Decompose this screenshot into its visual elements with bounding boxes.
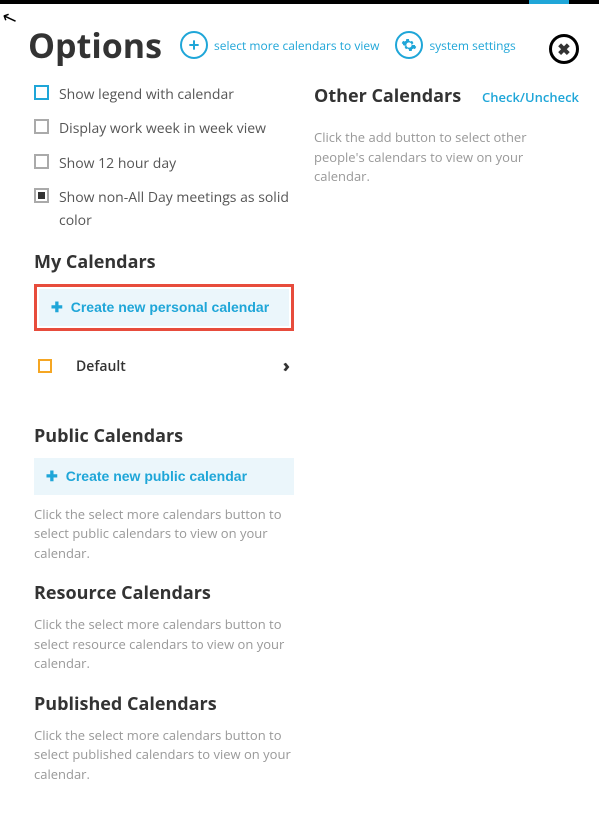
other-calendars-heading: Other Calendars bbox=[314, 84, 461, 108]
highlight-create-personal: ✚ Create new personal calendar bbox=[34, 284, 294, 331]
calendar-row-default[interactable]: Default › bbox=[34, 349, 294, 384]
plus-circle-icon[interactable] bbox=[180, 31, 208, 59]
checkbox-show-legend[interactable] bbox=[34, 85, 49, 100]
create-public-calendar-button[interactable]: ✚ Create new public calendar bbox=[34, 458, 294, 495]
create-personal-label: Create new personal calendar bbox=[71, 299, 269, 315]
create-personal-calendar-button[interactable]: ✚ Create new personal calendar bbox=[39, 289, 289, 326]
checkbox-solid-color[interactable] bbox=[34, 188, 49, 203]
close-icon: ✖ bbox=[557, 38, 570, 60]
checkbox-12-hour[interactable] bbox=[34, 154, 49, 169]
option-solid-color-label: Show non-All Day meetings as solid color bbox=[59, 187, 294, 232]
my-calendars-heading: My Calendars bbox=[34, 250, 294, 274]
header-bar: Options select more calendars to view sy… bbox=[0, 4, 599, 78]
create-public-label: Create new public calendar bbox=[66, 468, 247, 484]
published-calendars-help: Click the select more calendars button t… bbox=[34, 726, 294, 785]
check-uncheck-link[interactable]: Check/Uncheck bbox=[482, 88, 579, 106]
calendar-default-label: Default bbox=[76, 357, 126, 376]
select-more-calendars-link[interactable]: select more calendars to view bbox=[214, 37, 379, 54]
published-calendars-heading: Published Calendars bbox=[34, 692, 294, 716]
chevron-right-icon[interactable]: › bbox=[283, 354, 290, 378]
gear-circle-icon[interactable] bbox=[395, 31, 423, 59]
other-calendars-help: Click the add button to select other peo… bbox=[314, 128, 579, 187]
resource-calendars-help: Click the select more calendars button t… bbox=[34, 615, 294, 674]
calendar-color-swatch[interactable] bbox=[38, 359, 52, 373]
public-calendars-help: Click the select more calendars button t… bbox=[34, 505, 294, 564]
public-calendars-heading: Public Calendars bbox=[34, 424, 294, 448]
system-settings-link[interactable]: system settings bbox=[429, 37, 515, 54]
page-title: Options bbox=[28, 22, 162, 68]
option-12-hour-label: Show 12 hour day bbox=[59, 153, 176, 175]
option-show-legend-label: Show legend with calendar bbox=[59, 84, 234, 106]
close-button[interactable]: ✖ bbox=[549, 34, 579, 64]
checkbox-work-week[interactable] bbox=[34, 119, 49, 134]
plus-icon: ✚ bbox=[51, 299, 63, 316]
header-actions: select more calendars to view system set… bbox=[180, 31, 526, 59]
plus-icon: ✚ bbox=[46, 468, 58, 485]
option-work-week-label: Display work week in week view bbox=[59, 118, 266, 140]
resource-calendars-heading: Resource Calendars bbox=[34, 581, 294, 605]
